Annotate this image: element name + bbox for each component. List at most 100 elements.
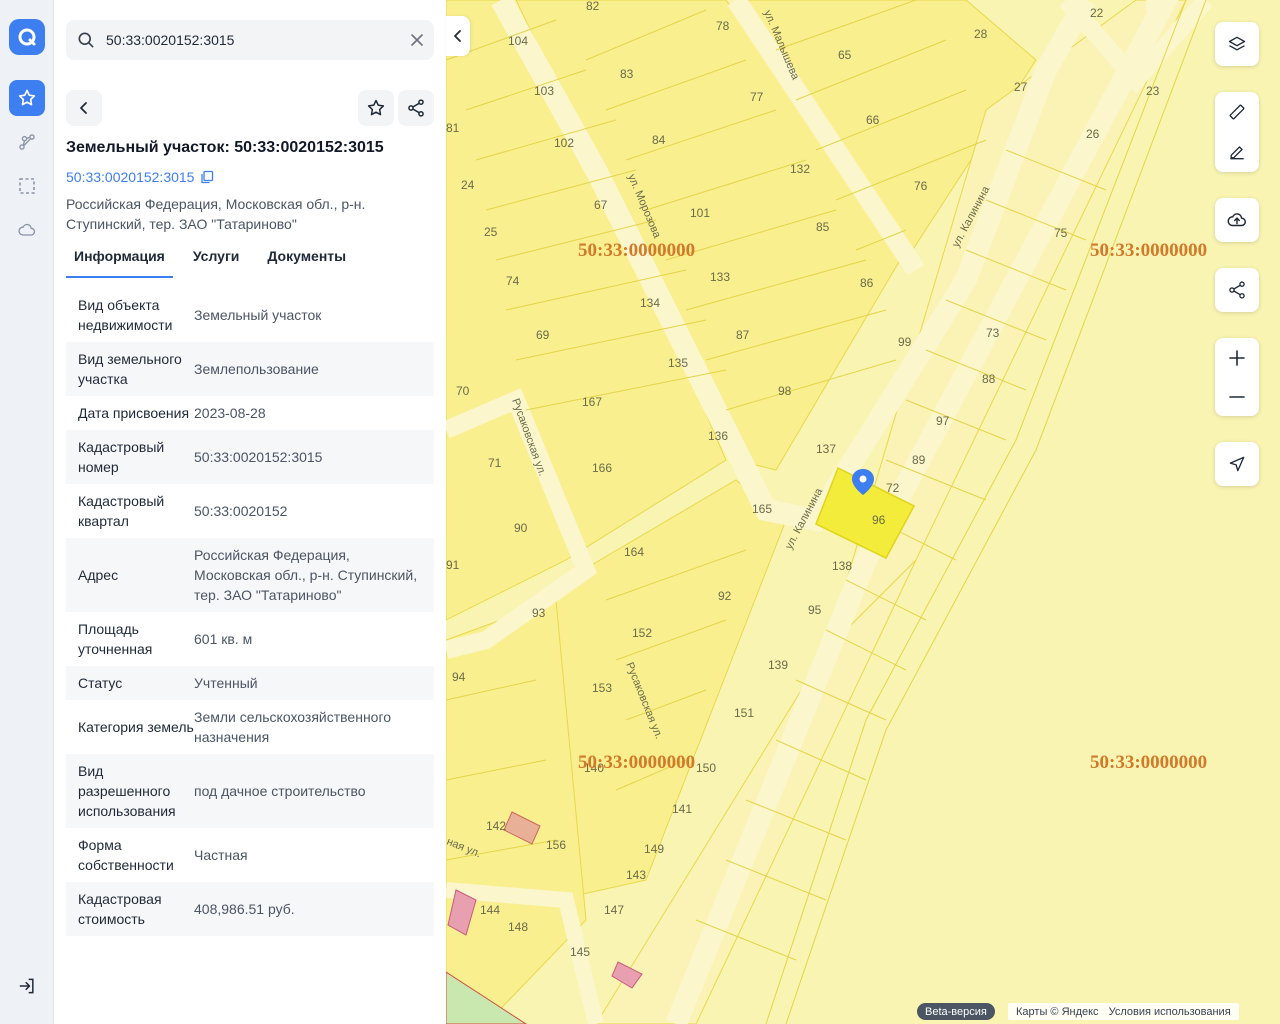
minus-icon[interactable] bbox=[1228, 388, 1246, 406]
parcel-number: 69 bbox=[536, 328, 550, 342]
info-row: Статус Учтенный bbox=[66, 666, 434, 700]
plus-icon[interactable] bbox=[1228, 349, 1246, 367]
info-key: Кадастровая стоимость bbox=[78, 891, 162, 927]
select-area-button[interactable] bbox=[9, 168, 45, 204]
info-value: 601 кв. м bbox=[194, 631, 253, 647]
info-value: 50:33:0020152:3015 bbox=[194, 449, 323, 465]
cadastral-number-link[interactable]: 50:33:0020152:3015 bbox=[66, 169, 214, 185]
parcel-number: 95 bbox=[808, 603, 822, 617]
parcel-number: 88 bbox=[982, 372, 996, 386]
parcel-number: 149 bbox=[644, 842, 664, 856]
parcel-number: 65 bbox=[838, 48, 852, 62]
parcel-number: 103 bbox=[534, 84, 554, 98]
parcel-number: 152 bbox=[632, 626, 652, 640]
info-row: Кадастровая стоимость 408,986.51 руб. bbox=[66, 882, 434, 936]
parcel-number: 96 bbox=[872, 513, 886, 527]
info-key: Вид объекта недвижимости bbox=[78, 297, 173, 333]
parcel-number: 137 bbox=[816, 442, 836, 456]
collapse-panel-button[interactable] bbox=[446, 16, 470, 56]
info-value: Земли сельскохозяйственного назначения bbox=[194, 709, 392, 745]
info-value: Землепользование bbox=[194, 361, 319, 377]
add-favorite-button[interactable] bbox=[358, 90, 394, 126]
locate-icon bbox=[1229, 456, 1245, 472]
favorites-button[interactable] bbox=[9, 80, 45, 116]
info-value: Учтенный bbox=[194, 675, 258, 691]
info-value: 2023-08-28 bbox=[194, 405, 266, 421]
parcel-number: 93 bbox=[532, 606, 546, 620]
edit-icon[interactable] bbox=[1227, 142, 1247, 162]
parcel-number: 148 bbox=[508, 920, 528, 934]
parcel-number: 67 bbox=[594, 198, 608, 212]
logout-button[interactable] bbox=[9, 968, 45, 1004]
parcel-number: 98 bbox=[778, 384, 792, 398]
parcel-number: 135 bbox=[668, 356, 688, 370]
info-row: Форма собственности Частная bbox=[66, 828, 434, 882]
cadastral-map[interactable]: 82 104 78 65 28 22 103 83 77 27 23 81 102 84 66 26 24 132… bbox=[446, 0, 1280, 1024]
info-key: Форма собственности bbox=[78, 837, 174, 873]
tab-information[interactable]: Информация bbox=[66, 244, 173, 278]
info-row: Кадастровый номер 50:33:0020152:3015 bbox=[66, 430, 434, 484]
parcel-number: 104 bbox=[508, 34, 528, 48]
parcel-number: 84 bbox=[652, 133, 666, 147]
parcel-number: 136 bbox=[708, 429, 728, 443]
parcel-number: 141 bbox=[672, 802, 692, 816]
cadastral-number-text[interactable]: 50:33:0020152:3015 bbox=[66, 169, 194, 185]
parcel-number: 28 bbox=[974, 27, 988, 41]
quarter-label: 50:33:0000000 bbox=[578, 240, 696, 261]
upload-button[interactable] bbox=[1215, 198, 1259, 242]
share-icon bbox=[1229, 281, 1245, 299]
routes-button[interactable] bbox=[9, 124, 45, 160]
parcel-number: 74 bbox=[506, 274, 520, 288]
map-attribution: Карты © Яндекс Условия использования bbox=[1008, 1003, 1239, 1020]
parcel-number: 143 bbox=[626, 868, 646, 882]
tab-documents[interactable]: Документы bbox=[259, 244, 354, 278]
left-rail bbox=[0, 0, 54, 1024]
parcel-number: 167 bbox=[582, 395, 602, 409]
maps-copyright[interactable]: Карты © Яндекс bbox=[1016, 1006, 1099, 1018]
info-value: Частная bbox=[194, 847, 248, 863]
info-row: Площадь уточненная 601 кв. м bbox=[66, 612, 434, 666]
terms-link[interactable]: Условия использования bbox=[1109, 1006, 1231, 1018]
parcel-number: 133 bbox=[710, 270, 730, 284]
parcel-number: 153 bbox=[592, 681, 612, 695]
parcel-number: 76 bbox=[914, 179, 928, 193]
map-share-button[interactable] bbox=[1215, 268, 1259, 312]
info-value: 408,986.51 руб. bbox=[194, 901, 295, 917]
info-value: Земельный участок bbox=[194, 307, 322, 323]
search-box bbox=[66, 20, 434, 60]
search-input[interactable] bbox=[106, 32, 400, 48]
back-button[interactable] bbox=[66, 90, 102, 126]
tab-services[interactable]: Услуги bbox=[185, 244, 248, 278]
map-canvas[interactable]: 82 104 78 65 28 22 103 83 77 27 23 81 102 84 66 26 24 132… bbox=[446, 0, 1280, 1024]
locate-button[interactable] bbox=[1215, 442, 1259, 486]
parcel-number: 72 bbox=[886, 481, 900, 495]
parcel-number: 164 bbox=[624, 545, 644, 559]
parcel-number: 94 bbox=[452, 670, 466, 684]
back-icon bbox=[80, 102, 87, 114]
clear-search-button[interactable] bbox=[400, 33, 434, 47]
parcel-number: 142 bbox=[486, 819, 506, 833]
info-row: Вид объекта недвижимости Земельный участо… bbox=[66, 288, 434, 342]
parcel-number: 82 bbox=[586, 0, 600, 13]
parcel-number: 99 bbox=[898, 335, 912, 349]
info-value: Российская Федерация, Московская обл., р… bbox=[194, 547, 418, 603]
info-tabs: Информация Услуги Документы bbox=[66, 244, 366, 278]
parcel-number: 73 bbox=[986, 326, 1000, 340]
share-button[interactable] bbox=[398, 90, 434, 126]
cloud-button[interactable] bbox=[9, 212, 45, 248]
layers-button[interactable] bbox=[1215, 22, 1259, 66]
parcel-number: 27 bbox=[1014, 80, 1028, 94]
parcel-number: 132 bbox=[790, 162, 810, 176]
parcel-number: 139 bbox=[768, 658, 788, 672]
ruler-icon[interactable] bbox=[1227, 102, 1247, 122]
parcel-number: 83 bbox=[620, 67, 634, 81]
parcel-number: 150 bbox=[696, 761, 716, 775]
upload-icon bbox=[1227, 213, 1246, 227]
parcel-number: 101 bbox=[690, 206, 710, 220]
parcel-number: 147 bbox=[604, 903, 624, 917]
info-row: Категория земель Земли сельскохозяйственн… bbox=[66, 700, 434, 754]
parcel-number: 23 bbox=[1146, 84, 1160, 98]
app-logo[interactable] bbox=[9, 19, 45, 55]
parcel-number: 145 bbox=[570, 945, 590, 959]
copy-icon[interactable] bbox=[200, 170, 214, 184]
